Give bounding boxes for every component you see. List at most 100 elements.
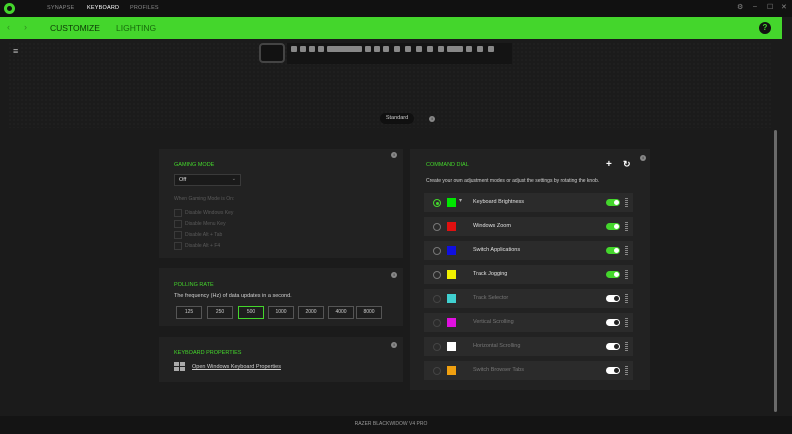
color-swatch[interactable]: [447, 318, 456, 327]
forward-icon[interactable]: ›: [24, 22, 27, 32]
item-label: Windows Zoom: [473, 223, 511, 229]
add-icon[interactable]: +: [606, 159, 612, 170]
drag-handle-icon[interactable]: [625, 342, 628, 351]
list-item[interactable]: Track Jogging: [424, 265, 633, 284]
open-keyboard-properties-link[interactable]: Open Windows Keyboard Properties: [192, 364, 281, 370]
settings-icon[interactable]: ⚙: [737, 3, 743, 11]
list-item[interactable]: Switch Browser Tabs: [424, 361, 633, 380]
color-swatch[interactable]: [447, 198, 456, 207]
item-label: Vertical Scrolling: [473, 319, 514, 325]
checkbox-disable-alt-tab[interactable]: [174, 231, 182, 239]
drag-handle-icon[interactable]: [625, 366, 628, 375]
hamburger-menu-icon[interactable]: ≡: [13, 46, 18, 56]
option-label: Disable Windows Key: [185, 210, 234, 216]
rate-8000-button[interactable]: 8000: [356, 306, 382, 319]
gaming-mode-select[interactable]: Off ⌄: [174, 174, 241, 186]
color-swatch[interactable]: [447, 342, 456, 351]
keyboard-image: [287, 43, 512, 64]
checkbox-disable-alt-f4[interactable]: [174, 242, 182, 250]
rate-125-button[interactable]: 125: [176, 306, 202, 319]
checkbox-disable-menu-key[interactable]: [174, 220, 182, 228]
minimize-icon[interactable]: –: [753, 3, 757, 10]
toggle-switch[interactable]: [606, 247, 620, 254]
scrollbar[interactable]: [774, 130, 777, 412]
rate-250-button[interactable]: 250: [207, 306, 233, 319]
tab-keyboard[interactable]: KEYBOARD: [87, 5, 119, 11]
list-item[interactable]: Switch Applications: [424, 241, 633, 260]
color-swatch[interactable]: [447, 294, 456, 303]
drag-handle-icon[interactable]: [625, 294, 628, 303]
nav-bar: ‹ › CUSTOMIZE LIGHTING ?: [0, 17, 782, 39]
radio-button[interactable]: [433, 319, 441, 327]
item-label: Horizontal Scrolling: [473, 343, 521, 349]
back-icon[interactable]: ‹: [7, 22, 10, 32]
tab-synapse[interactable]: SYNAPSE: [47, 5, 74, 11]
info-icon[interactable]: i: [391, 342, 397, 348]
item-label: Track Selector: [473, 295, 509, 301]
info-icon[interactable]: i: [640, 155, 646, 161]
rate-1000-button[interactable]: 1000: [268, 306, 294, 319]
refresh-icon[interactable]: ↻: [623, 159, 631, 170]
option-label: Disable Menu Key: [185, 221, 226, 227]
help-icon[interactable]: ?: [759, 22, 771, 34]
polling-rate-description: The frequency (Hz) of data updates in a …: [174, 293, 292, 299]
tab-profiles[interactable]: PROFILES: [130, 5, 159, 11]
rate-4000-button[interactable]: 4000: [328, 306, 354, 319]
item-label: Switch Applications: [473, 247, 521, 253]
tab-customize[interactable]: CUSTOMIZE: [50, 23, 100, 33]
item-label: Track Jogging: [473, 271, 508, 277]
list-item[interactable]: ▾ Keyboard Brightness: [424, 193, 633, 212]
title-bar: SYNAPSE KEYBOARD PROFILES ⚙ – ☐ ✕: [0, 0, 792, 17]
windows-icon: [174, 362, 186, 372]
radio-button[interactable]: [433, 271, 441, 279]
toggle-switch[interactable]: [606, 223, 620, 230]
maximize-icon[interactable]: ☐: [767, 3, 773, 11]
drag-handle-icon[interactable]: [625, 318, 628, 327]
rate-500-button[interactable]: 500: [238, 306, 264, 319]
toggle-switch[interactable]: [606, 199, 620, 206]
color-swatch[interactable]: [447, 366, 456, 375]
rate-2000-button[interactable]: 2000: [298, 306, 324, 319]
radio-button[interactable]: [433, 223, 441, 231]
keyboard-preview: [259, 43, 512, 64]
tab-lighting[interactable]: LIGHTING: [116, 23, 156, 33]
info-icon[interactable]: i: [391, 152, 397, 158]
radio-button[interactable]: [433, 367, 441, 375]
razer-logo-icon: [4, 3, 15, 14]
option-label: Disable Alt + F4: [185, 243, 221, 249]
profile-standard-button[interactable]: Standard: [380, 113, 414, 124]
color-swatch[interactable]: [447, 270, 456, 279]
list-item[interactable]: Horizontal Scrolling: [424, 337, 633, 356]
gaming-mode-title: GAMING MODE: [174, 162, 215, 168]
footer: RAZER BLACKWIDOW V4 PRO: [0, 416, 792, 434]
drag-handle-icon[interactable]: [625, 270, 628, 279]
toggle-switch[interactable]: [606, 319, 620, 326]
close-icon[interactable]: ✕: [781, 3, 787, 11]
color-swatch[interactable]: [447, 222, 456, 231]
radio-button[interactable]: [433, 247, 441, 255]
list-item[interactable]: Windows Zoom: [424, 217, 633, 236]
keyboard-properties-title: KEYBOARD PROPERTIES: [174, 350, 242, 356]
toggle-switch[interactable]: [606, 295, 620, 302]
info-icon[interactable]: i: [429, 116, 435, 122]
chevron-down-icon: ⌄: [231, 176, 236, 182]
drag-handle-icon[interactable]: [625, 198, 628, 207]
caret-down-icon[interactable]: ▾: [459, 197, 462, 204]
command-dial-knob[interactable]: [259, 43, 285, 63]
radio-button[interactable]: [433, 199, 441, 207]
radio-button[interactable]: [433, 295, 441, 303]
toggle-switch[interactable]: [606, 367, 620, 374]
color-swatch[interactable]: [447, 246, 456, 255]
drag-handle-icon[interactable]: [625, 222, 628, 231]
drag-handle-icon[interactable]: [625, 246, 628, 255]
device-name: RAZER BLACKWIDOW V4 PRO: [354, 421, 428, 427]
checkbox-disable-windows-key[interactable]: [174, 209, 182, 217]
list-item[interactable]: Vertical Scrolling: [424, 313, 633, 332]
list-item[interactable]: Track Selector: [424, 289, 633, 308]
gaming-mode-subtitle: When Gaming Mode is On:: [174, 196, 235, 202]
info-icon[interactable]: i: [391, 272, 397, 278]
toggle-switch[interactable]: [606, 271, 620, 278]
radio-button[interactable]: [433, 343, 441, 351]
toggle-switch[interactable]: [606, 343, 620, 350]
item-label: Keyboard Brightness: [473, 199, 525, 205]
